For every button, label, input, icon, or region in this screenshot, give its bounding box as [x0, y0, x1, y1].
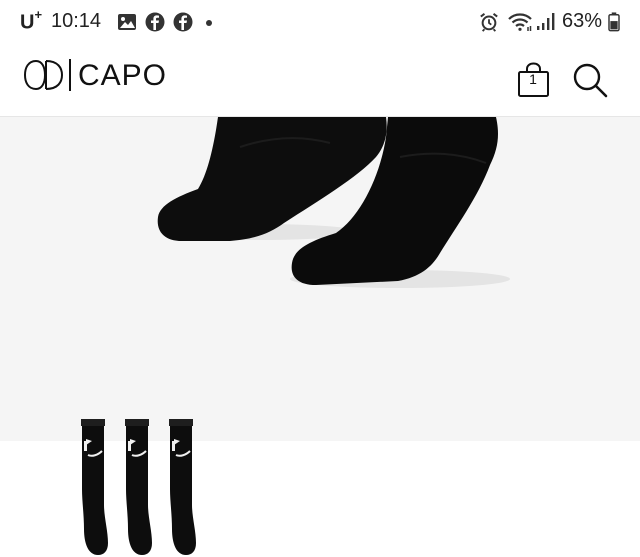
- product-image-gallery: [0, 116, 640, 556]
- site-header: CAPO 1: [0, 46, 640, 116]
- cart-button[interactable]: 1: [516, 62, 552, 98]
- black-socks-worn-image[interactable]: [0, 117, 640, 441]
- search-icon[interactable]: [570, 60, 610, 100]
- battery-percentage: 63%: [562, 10, 603, 32]
- battery-icon: [608, 12, 620, 32]
- status-time: 10:14: [51, 10, 102, 32]
- gallery-icon: [118, 14, 136, 30]
- cd-logo-icon[interactable]: [24, 59, 76, 91]
- facebook-icon: [145, 12, 165, 32]
- brand-logo-text[interactable]: CAPO: [78, 59, 167, 93]
- cart-count-badge: 1: [529, 71, 537, 87]
- status-bar: U+ 10:14 63%: [0, 0, 640, 46]
- facebook-icon: [173, 12, 193, 32]
- alarm-icon: [480, 13, 498, 32]
- notification-dot-icon: [206, 20, 212, 26]
- wifi-icon: [508, 13, 532, 31]
- carrier-label: U+: [20, 7, 43, 34]
- signal-icon: [537, 13, 555, 30]
